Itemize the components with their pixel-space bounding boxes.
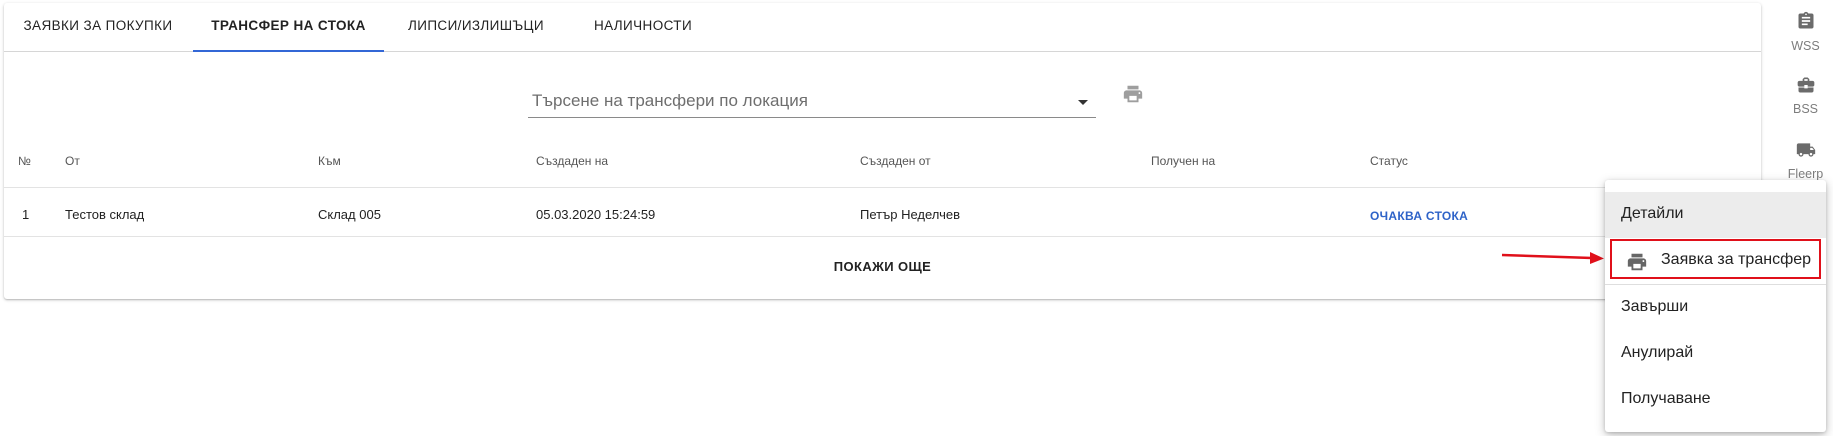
side-nav-fleerp[interactable]: Fleerp — [1778, 140, 1833, 181]
side-nav-label: WSS — [1791, 39, 1820, 53]
cell-to: Склад 005 — [318, 207, 381, 222]
col-header-created-by: Създаден от — [860, 154, 931, 168]
tab-purchase-requests[interactable]: ЗАЯВКИ ЗА ПОКУПКИ — [4, 3, 192, 52]
clipboard-icon — [1798, 11, 1813, 29]
menu-item-cancel[interactable]: Анулирай — [1605, 331, 1826, 377]
location-search-select[interactable]: Търсене на трансфери по локация — [528, 87, 1096, 118]
side-nav-label: BSS — [1792, 102, 1818, 116]
cell-from: Тестов склад — [65, 207, 145, 222]
col-header-number: № — [18, 154, 31, 168]
annotation-arrow — [1501, 252, 1604, 264]
col-header-from: От — [65, 154, 80, 168]
row-context-menu: Детайли Заявка за трансфер Завърши Анули… — [1605, 180, 1826, 432]
cell-created-at: 05.03.2020 15:24:59 — [536, 207, 656, 222]
menu-item-complete[interactable]: Завърши — [1605, 285, 1826, 331]
printer-icon[interactable] — [1122, 83, 1144, 105]
cell-number: 1 — [22, 207, 30, 222]
show-more-button[interactable]: ПОКАЖИ ОЩЕ — [4, 259, 1761, 274]
col-header-received-at: Получен на — [1151, 154, 1216, 168]
truck-icon — [1796, 143, 1815, 157]
row-divider — [4, 187, 1761, 188]
menu-item-receive[interactable]: Получаване — [1605, 377, 1826, 423]
printer-icon — [1627, 253, 1647, 271]
col-header-to: Към — [318, 154, 341, 168]
tab-availability[interactable]: НАЛИЧНОСТИ — [569, 3, 717, 52]
side-nav-label: Fleerp — [1787, 167, 1824, 181]
dropdown-caret-icon[interactable] — [1078, 100, 1088, 105]
side-nav-wss[interactable]: WSS — [1778, 10, 1833, 53]
cell-created-by: Петър Неделчев — [860, 207, 960, 222]
tab-bar: ЗАЯВКИ ЗА ПОКУПКИ ТРАНСФЕР НА СТОКА ЛИПС… — [4, 3, 1761, 52]
tab-shortages-surpluses[interactable]: ЛИПСИ/ИЗЛИШЪЦИ — [384, 3, 568, 52]
status-badge: ОЧАКВА СТОКА — [1370, 209, 1469, 223]
search-placeholder: Търсене на трансфери по локация — [532, 91, 808, 110]
menu-item-details[interactable]: Детайли — [1605, 192, 1826, 238]
transfers-card: ЗАЯВКИ ЗА ПОКУПКИ ТРАНСФЕР НА СТОКА ЛИПС… — [4, 3, 1761, 299]
col-header-created-at: Създаден на — [536, 154, 609, 168]
col-header-status: Статус — [1370, 154, 1408, 168]
side-nav: WSS BSS Fleerp — [1778, 0, 1833, 190]
row-divider — [4, 236, 1761, 237]
tab-stock-transfer[interactable]: ТРАНСФЕР НА СТОКА — [193, 3, 384, 52]
side-nav-bss[interactable]: BSS — [1778, 75, 1833, 116]
menu-item-transfer-request[interactable]: Заявка за трансфер — [1610, 239, 1821, 279]
briefcase-icon — [1797, 77, 1814, 93]
